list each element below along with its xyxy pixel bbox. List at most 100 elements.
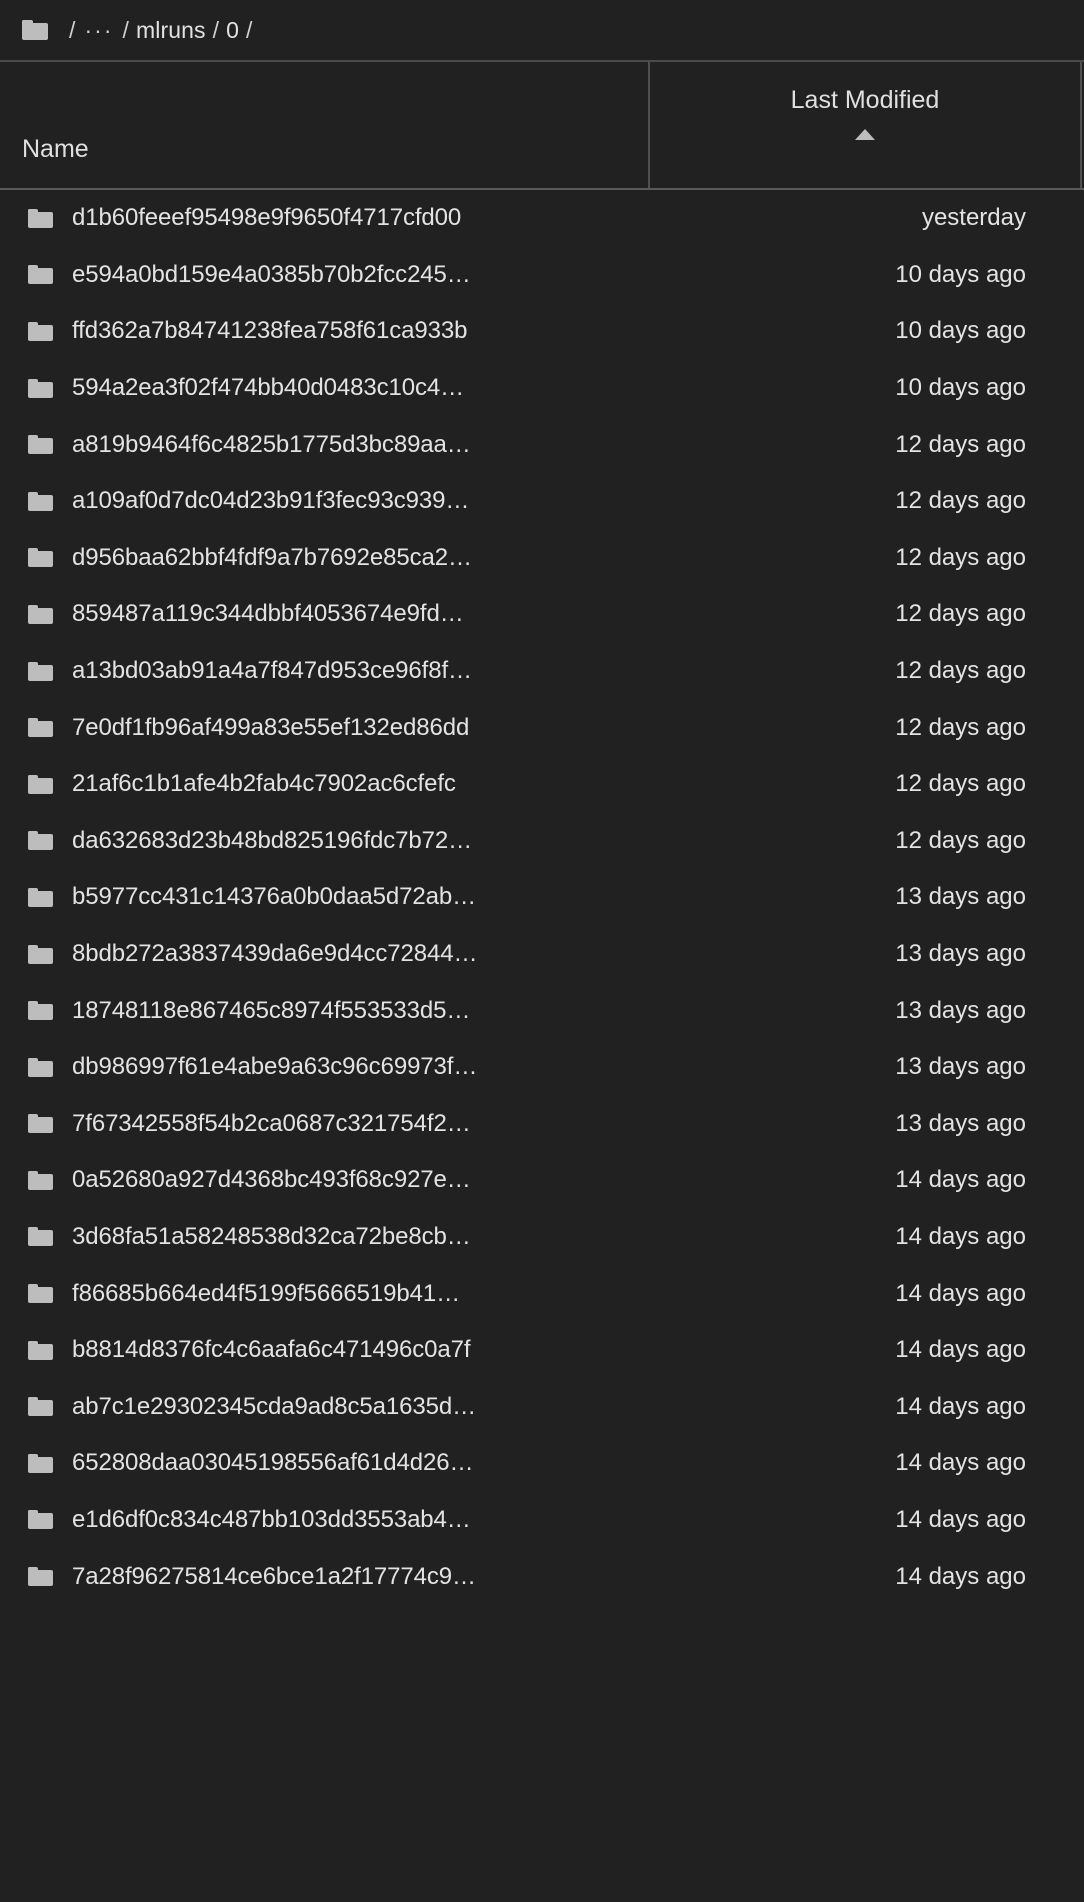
table-row[interactable]: db986997f61e4abe9a63c96c69973f… 13 days a… (0, 1039, 1084, 1096)
breadcrumb-item-mlruns[interactable]: mlruns (136, 17, 206, 44)
file-name-cell[interactable]: 8bdb272a3837439da6e9d4cc72844… (0, 940, 650, 968)
file-name-cell[interactable]: da632683d23b48bd825196fdc7b72… (0, 827, 650, 855)
file-name-cell[interactable]: 21af6c1b1afe4b2fab4c7902ac6cfefc (0, 770, 650, 798)
file-name-cell[interactable]: 7e0df1fb96af499a83e55ef132ed86dd (0, 714, 650, 742)
folder-icon (28, 661, 53, 681)
table-row[interactable]: 0a52680a927d4368bc493f68c927e… 14 days ag… (0, 1152, 1084, 1209)
folder-icon-body (28, 721, 53, 738)
file-modified-cell: 13 days ago (895, 940, 1026, 968)
file-name-cell[interactable]: e594a0bd159e4a0385b70b2fcc245… (0, 261, 650, 289)
folder-icon-body (28, 381, 53, 398)
table-row[interactable]: b5977cc431c14376a0b0daa5d72ab… 13 days ag… (0, 869, 1084, 926)
folder-icon (28, 1340, 53, 1360)
file-name-cell[interactable]: ab7c1e29302345cda9ad8c5a1635d… (0, 1393, 650, 1421)
sort-ascending-icon (855, 129, 875, 140)
file-name-label: ab7c1e29302345cda9ad8c5a1635d… (72, 1392, 477, 1420)
folder-icon (28, 208, 53, 228)
file-name-cell[interactable]: d1b60feeef95498e9f9650f4717cfd00 (0, 204, 650, 232)
file-name-cell[interactable]: 859487a119c344dbbf4053674e9fd… (0, 600, 650, 628)
table-row[interactable]: d1b60feeef95498e9f9650f4717cfd00 yesterda… (0, 190, 1084, 247)
table-row[interactable]: 7a28f96275814ce6bce1a2f17774c9… 14 days a… (0, 1548, 1084, 1605)
file-name-cell[interactable]: a109af0d7dc04d23b91f3fec93c939… (0, 487, 650, 515)
table-row[interactable]: a13bd03ab91a4a7f847d953ce96f8f… 12 days a… (0, 643, 1084, 700)
file-name-cell[interactable]: b5977cc431c14376a0b0daa5d72ab… (0, 883, 650, 911)
file-modified-cell: 13 days ago (895, 996, 1026, 1024)
table-row[interactable]: da632683d23b48bd825196fdc7b72… 12 days ag… (0, 813, 1084, 870)
file-modified-cell: 10 days ago (895, 260, 1026, 288)
file-name-cell[interactable]: a819b9464f6c4825b1775d3bc89aa… (0, 431, 650, 459)
file-name-label: 652808daa03045198556af61d4d26… (72, 1449, 474, 1477)
file-name-label: a13bd03ab91a4a7f847d953ce96f8f… (72, 657, 472, 685)
file-modified-cell: 12 days ago (895, 826, 1026, 854)
breadcrumb-ellipsis[interactable]: ··· (83, 17, 116, 44)
table-row[interactable]: 21af6c1b1afe4b2fab4c7902ac6cfefc 12 days … (0, 756, 1084, 813)
table-row[interactable]: 7f67342558f54b2ca0687c321754f2… 13 days a… (0, 1096, 1084, 1153)
file-name-cell[interactable]: 7a28f96275814ce6bce1a2f17774c9… (0, 1563, 650, 1591)
file-name-cell[interactable]: 18748118e867465c8974f553533d5… (0, 997, 650, 1025)
file-name-cell[interactable]: a13bd03ab91a4a7f847d953ce96f8f… (0, 657, 650, 685)
file-name-cell[interactable]: b8814d8376fc4c6aafa6c471496c0a7f (0, 1336, 650, 1364)
table-row[interactable]: b8814d8376fc4c6aafa6c471496c0a7f 14 days … (0, 1322, 1084, 1379)
file-name-cell[interactable]: d956baa62bbf4fdf9a7b7692e85ca2… (0, 544, 650, 572)
file-name-cell[interactable]: f86685b664ed4f5199f5666519b41… (0, 1280, 650, 1308)
file-name-label: 8bdb272a3837439da6e9d4cc72844… (72, 940, 478, 968)
folder-icon-body (28, 947, 53, 964)
folder-icon-body (22, 23, 48, 40)
file-name-cell[interactable]: 0a52680a927d4368bc493f68c927e… (0, 1166, 650, 1194)
table-row[interactable]: d956baa62bbf4fdf9a7b7692e85ca2… 12 days a… (0, 530, 1084, 587)
table-row[interactable]: ffd362a7b84741238fea758f61ca933b 10 days … (0, 303, 1084, 360)
table-row[interactable]: 18748118e867465c8974f553533d5… 13 days ag… (0, 982, 1084, 1039)
file-modified-cell: 13 days ago (895, 1053, 1026, 1081)
table-row[interactable]: 859487a119c344dbbf4053674e9fd… 12 days ag… (0, 586, 1084, 643)
file-name-cell[interactable]: 594a2ea3f02f474bb40d0483c10c4… (0, 374, 650, 402)
file-modified-cell: 12 days ago (895, 600, 1026, 628)
file-name-label: 21af6c1b1afe4b2fab4c7902ac6cfefc (72, 770, 456, 798)
folder-icon-body (28, 1173, 53, 1190)
file-modified-cell: yesterday (921, 204, 1026, 232)
table-row[interactable]: 7e0df1fb96af499a83e55ef132ed86dd 12 days … (0, 699, 1084, 756)
table-row[interactable]: 652808daa03045198556af61d4d26… 14 days ag… (0, 1435, 1084, 1492)
file-name-cell[interactable]: 3d68fa51a58248538d32ca72be8cb… (0, 1223, 650, 1251)
folder-icon[interactable] (22, 20, 48, 40)
table-row[interactable]: a819b9464f6c4825b1775d3bc89aa… 12 days ag… (0, 416, 1084, 473)
folder-icon-body (28, 1343, 53, 1360)
column-header-name[interactable]: Name (0, 62, 650, 188)
table-row[interactable]: f86685b664ed4f5199f5666519b41… 14 days ag… (0, 1265, 1084, 1322)
table-row[interactable]: 3d68fa51a58248538d32ca72be8cb… 14 days ag… (0, 1209, 1084, 1266)
file-name-cell[interactable]: e1d6df0c834c487bb103dd3553ab4… (0, 1506, 650, 1534)
file-name-cell[interactable]: db986997f61e4abe9a63c96c69973f… (0, 1053, 650, 1081)
folder-icon-body (28, 1513, 53, 1530)
folder-icon-body (28, 551, 53, 568)
table-row[interactable]: a109af0d7dc04d23b91f3fec93c939… 12 days a… (0, 473, 1084, 530)
file-name-label: 0a52680a927d4368bc493f68c927e… (72, 1166, 471, 1194)
file-name-cell[interactable]: 7f67342558f54b2ca0687c321754f2… (0, 1110, 650, 1138)
file-modified-cell: 12 days ago (895, 487, 1026, 515)
folder-icon (28, 718, 53, 738)
file-name-label: ffd362a7b84741238fea758f61ca933b (72, 317, 468, 345)
table-row[interactable]: 8bdb272a3837439da6e9d4cc72844… 13 days ag… (0, 926, 1084, 983)
folder-icon (28, 548, 53, 568)
file-name-label: 594a2ea3f02f474bb40d0483c10c4… (72, 374, 465, 402)
folder-icon-body (28, 664, 53, 681)
breadcrumb-item-0[interactable]: 0 (226, 17, 239, 44)
table-row[interactable]: e594a0bd159e4a0385b70b2fcc245… 10 days ag… (0, 247, 1084, 304)
folder-icon (28, 1114, 53, 1134)
table-row[interactable]: ab7c1e29302345cda9ad8c5a1635d… 14 days ag… (0, 1378, 1084, 1435)
file-modified-cell: 14 days ago (895, 1279, 1026, 1307)
file-name-label: a109af0d7dc04d23b91f3fec93c939… (72, 487, 470, 515)
table-row[interactable]: e1d6df0c834c487bb103dd3553ab4… 14 days ag… (0, 1492, 1084, 1549)
folder-icon-body (28, 1456, 53, 1473)
breadcrumb[interactable]: / ··· / mlruns / 0 / (0, 0, 1084, 62)
folder-icon (28, 774, 53, 794)
file-modified-cell: 14 days ago (895, 1505, 1026, 1533)
folder-icon-body (28, 890, 53, 907)
folder-icon-body (28, 1117, 53, 1134)
file-modified-cell: 12 days ago (895, 430, 1026, 458)
file-modified-cell: 14 days ago (895, 1449, 1026, 1477)
folder-icon (28, 378, 53, 398)
file-name-cell[interactable]: ffd362a7b84741238fea758f61ca933b (0, 317, 650, 345)
column-header-last-modified[interactable]: Last Modified (650, 62, 1082, 188)
file-name-label: e1d6df0c834c487bb103dd3553ab4… (72, 1505, 471, 1533)
table-row[interactable]: 594a2ea3f02f474bb40d0483c10c4… 10 days ag… (0, 360, 1084, 417)
file-name-cell[interactable]: 652808daa03045198556af61d4d26… (0, 1449, 650, 1477)
